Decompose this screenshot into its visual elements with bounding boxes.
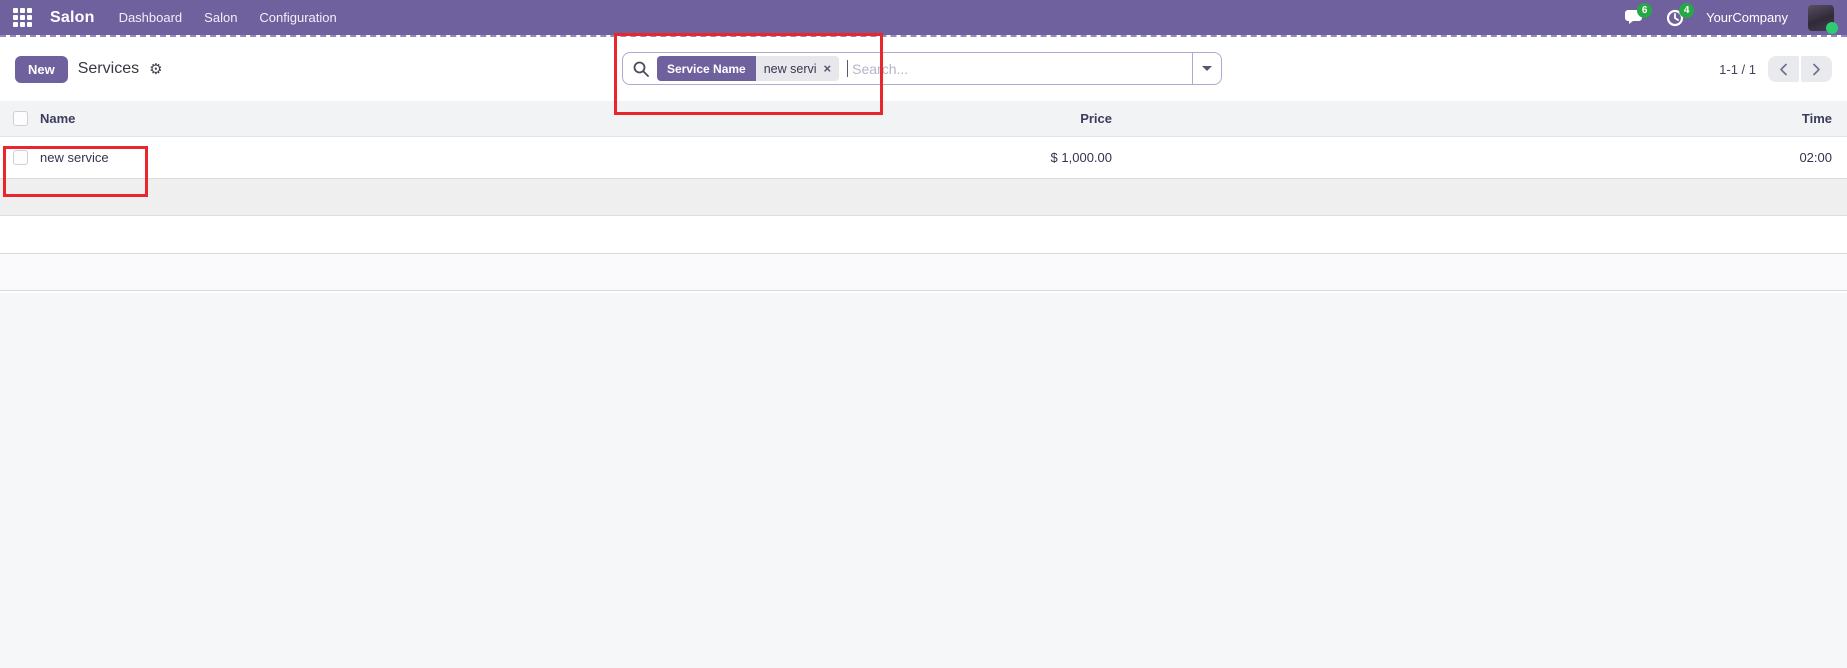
list-view: Name Price Time new service $ 1,000.00 0… [0, 101, 1847, 291]
breadcrumb-area: New Services ⚙ [15, 55, 163, 83]
header-checkbox-cell [0, 111, 40, 126]
company-switcher[interactable]: YourCompany [1706, 10, 1788, 25]
pager: 1-1 / 1 [1719, 56, 1832, 82]
pager-next-button[interactable] [1801, 56, 1832, 82]
search-facet: Service Name new servi × [657, 56, 840, 81]
page-title: Services [77, 60, 140, 77]
empty-row-stripe-light [0, 253, 1847, 291]
activities-button[interactable]: 4 [1664, 2, 1695, 28]
navbar-menu: Dashboard Salon Configuration [119, 10, 337, 25]
navbar-right: 6 4 YourCompany [1622, 2, 1838, 34]
chevron-right-icon [1813, 63, 1820, 75]
facet-value: new servi × [755, 56, 840, 81]
column-header-name[interactable]: Name [40, 111, 592, 126]
search-input[interactable] [848, 60, 1192, 77]
pager-range: 1-1 / 1 [1719, 61, 1756, 77]
facet-remove-icon[interactable]: × [824, 62, 832, 75]
pager-buttons [1768, 56, 1832, 82]
table-row[interactable]: new service $ 1,000.00 02:00 [0, 137, 1847, 179]
menu-item-salon[interactable]: Salon [204, 10, 237, 25]
facet-value-text: new servi [763, 61, 817, 76]
control-panel: New Services ⚙ Service Name new servi × … [0, 35, 1847, 101]
messages-button[interactable]: 6 [1622, 2, 1653, 28]
select-all-checkbox[interactable] [13, 111, 28, 126]
app-brand[interactable]: Salon [50, 9, 95, 27]
cell-service-name[interactable]: new service [40, 150, 592, 165]
pager-previous-button[interactable] [1768, 56, 1799, 82]
chevron-down-icon [1202, 66, 1212, 71]
user-menu-button[interactable] [1808, 4, 1838, 34]
navbar-left: Salon Dashboard Salon Configuration [13, 8, 337, 27]
empty-row-white [0, 216, 1847, 253]
content-background [0, 293, 1847, 668]
activities-count-badge: 4 [1679, 2, 1695, 18]
table-header-row: Name Price Time [0, 101, 1847, 137]
new-button[interactable]: New [15, 55, 68, 83]
row-checkbox[interactable] [13, 150, 28, 165]
chevron-left-icon [1780, 63, 1787, 75]
column-header-price[interactable]: Price [592, 111, 1112, 126]
menu-item-dashboard[interactable]: Dashboard [119, 10, 183, 25]
search-bar: Service Name new servi × [622, 52, 1222, 85]
empty-row-stripe [0, 179, 1847, 216]
apps-menu-icon[interactable] [13, 8, 32, 27]
online-status-dot [1826, 21, 1838, 34]
cell-time: 02:00 [1799, 150, 1832, 165]
top-navbar: Salon Dashboard Salon Configuration 6 4 [0, 0, 1847, 35]
menu-item-configuration[interactable]: Configuration [259, 10, 336, 25]
search-icon [623, 61, 657, 77]
row-checkbox-cell [0, 150, 40, 165]
messages-count-badge: 6 [1637, 2, 1653, 18]
cell-price: $ 1,000.00 [1050, 150, 1112, 165]
column-header-time[interactable]: Time [1112, 111, 1847, 126]
facet-field-label: Service Name [657, 56, 756, 81]
search-options-toggle[interactable] [1192, 53, 1221, 84]
gear-icon[interactable]: ⚙ [149, 62, 162, 77]
